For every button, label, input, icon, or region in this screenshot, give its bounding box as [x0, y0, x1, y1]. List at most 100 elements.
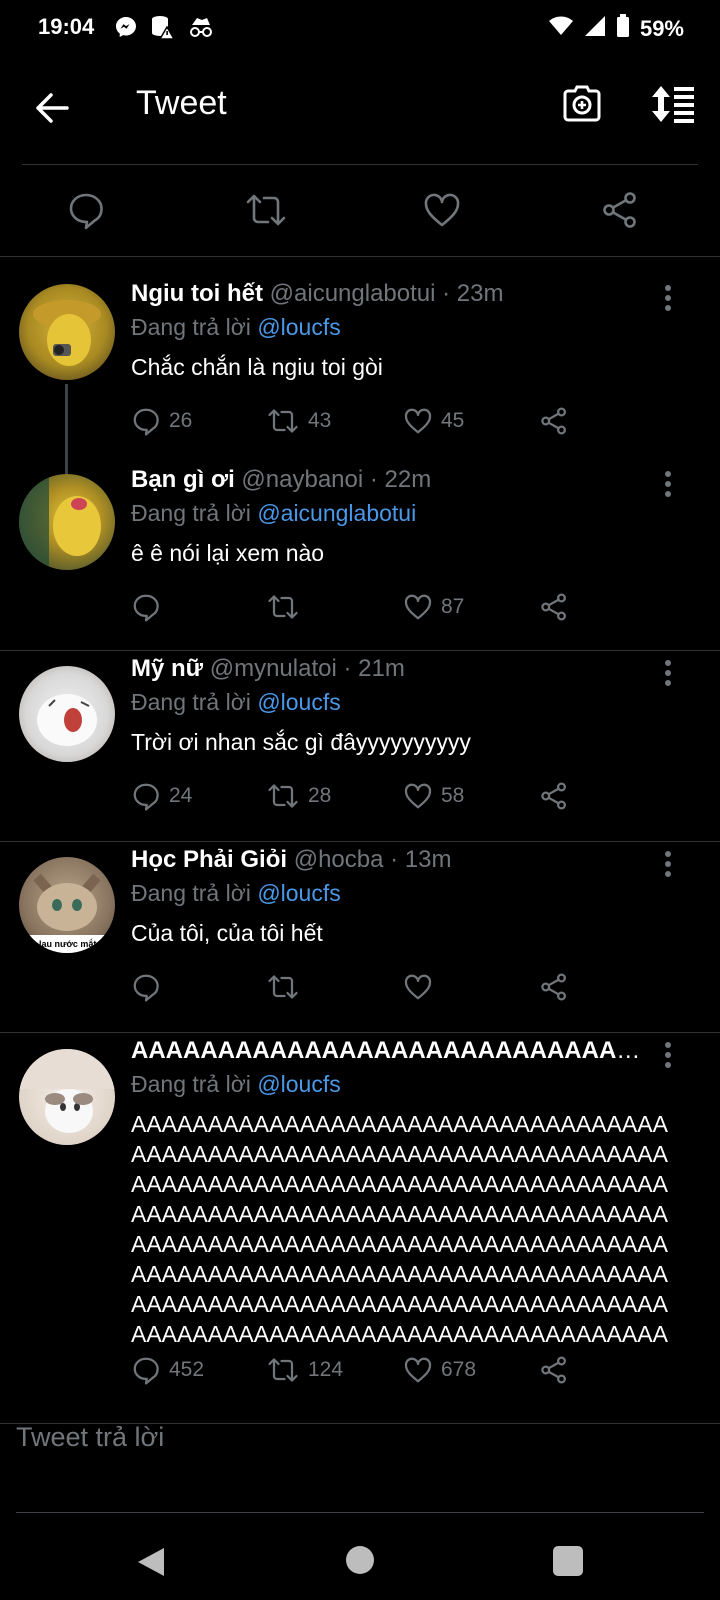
nav-recents-button[interactable]: [553, 1546, 583, 1576]
reply-context: Đang trả lời @aicunglabotui: [131, 500, 417, 526]
like-count: 87: [441, 595, 465, 618]
heart-icon: [404, 974, 432, 1000]
share-icon: [603, 192, 636, 228]
retweet-icon: [246, 194, 286, 226]
share-icon: [541, 782, 566, 810]
back-arrow-icon: [36, 93, 69, 123]
more-options-button[interactable]: [656, 1037, 680, 1073]
share-button[interactable]: [539, 1355, 569, 1385]
more-vertical-icon: [665, 660, 671, 686]
like-count: 45: [441, 409, 465, 432]
reply-button[interactable]: 24: [131, 781, 192, 811]
retweet-button[interactable]: [266, 592, 308, 622]
avatar[interactable]: [19, 284, 115, 380]
reply-count: 26: [169, 409, 193, 432]
screenshot-button[interactable]: [562, 84, 610, 132]
share-button[interactable]: [600, 190, 644, 234]
more-options-button[interactable]: [656, 655, 680, 691]
like-button[interactable]: 45: [403, 406, 464, 436]
reply-button[interactable]: [131, 592, 169, 622]
sort-icon: [652, 86, 694, 123]
retweet-button[interactable]: [244, 190, 288, 234]
reply-count: 24: [169, 784, 193, 807]
reply-icon: [69, 193, 103, 230]
retweet-icon: [268, 975, 298, 999]
more-options-button[interactable]: [656, 466, 680, 502]
nav-back-button[interactable]: [136, 1546, 166, 1583]
reply-icon: [133, 1357, 159, 1385]
avatar[interactable]: lau nước mắt: [19, 857, 115, 953]
author-name[interactable]: AAAAAAAAAAAAAAAAAAAAAAAAAAAAAAA...: [131, 1037, 641, 1064]
author-name[interactable]: Học Phải Giỏi: [131, 846, 287, 873]
mention-link[interactable]: @loucfs: [257, 880, 340, 906]
avatar[interactable]: [19, 474, 115, 570]
author-name[interactable]: Mỹ nữ: [131, 655, 203, 682]
like-button[interactable]: 58: [403, 781, 464, 811]
battery-icon: [616, 14, 630, 43]
sort-button[interactable]: [650, 84, 700, 132]
retweet-button[interactable]: 43: [266, 406, 331, 436]
like-button[interactable]: [403, 972, 441, 1002]
mention-link[interactable]: @loucfs: [257, 1071, 340, 1097]
main-tweet-actions: [0, 172, 720, 256]
like-button[interactable]: 678: [403, 1355, 476, 1385]
back-button[interactable]: [30, 86, 74, 130]
avatar[interactable]: [19, 1049, 115, 1145]
reply-tweet[interactable]: lau nước mắt Học Phải Giỏi @hocba · 13m …: [0, 842, 720, 1032]
reply-context: Đang trả lời @loucfs: [131, 1071, 341, 1097]
system-nav-bar: [0, 1520, 720, 1600]
retweet-button[interactable]: [266, 972, 308, 1002]
nav-home-button[interactable]: [346, 1546, 374, 1574]
author-handle: @mynulatoi · 21m: [209, 655, 405, 682]
share-icon: [541, 593, 566, 621]
mention-link[interactable]: @loucfs: [257, 689, 340, 715]
author-name[interactable]: Bạn gì ơi: [131, 466, 235, 493]
heart-icon: [404, 594, 432, 620]
share-button[interactable]: [539, 972, 569, 1002]
divider: [22, 164, 698, 165]
share-button[interactable]: [539, 592, 569, 622]
retweet-button[interactable]: 124: [266, 1355, 343, 1385]
tweet-text: ê ê nói lại xem nào: [131, 540, 325, 566]
retweet-button[interactable]: 28: [266, 781, 331, 811]
reply-button[interactable]: 452: [131, 1355, 204, 1385]
more-vertical-icon: [665, 1042, 671, 1068]
more-options-button[interactable]: [656, 846, 680, 882]
reply-input[interactable]: Tweet trả lời: [16, 1422, 164, 1453]
triangle-back-icon: [138, 1548, 164, 1576]
reply-button[interactable]: [66, 190, 110, 234]
reply-tweet[interactable]: Ngiu toi hết @aicunglabotui · 23m Đang t…: [0, 256, 720, 476]
heart-icon: [404, 408, 432, 434]
retweet-icon: [268, 409, 298, 433]
reply-context: Đang trả lời @loucfs: [131, 689, 341, 715]
retweet-icon: [268, 595, 298, 619]
author-handle: @naybanoi · 22m: [241, 466, 432, 493]
like-button[interactable]: 87: [403, 592, 464, 622]
reply-tweet[interactable]: Bạn gì ơi @naybanoi · 22m Đang trả lời @…: [0, 446, 720, 650]
avatar-caption: lau nước mắt: [39, 939, 97, 949]
signal-icon: [584, 15, 606, 42]
messenger-icon: [114, 15, 138, 44]
reply-tweet[interactable]: Mỹ nữ @mynulatoi · 21m Đang trả lời @lou…: [0, 651, 720, 841]
tweet-actions: 24 28 58: [131, 781, 581, 821]
share-button[interactable]: [539, 781, 569, 811]
more-vertical-icon: [665, 285, 671, 311]
mention-link[interactable]: @aicunglabotui: [257, 500, 416, 526]
share-icon: [541, 973, 566, 1001]
heart-icon: [424, 193, 460, 227]
retweet-count: 28: [308, 784, 332, 807]
tweet-actions: 452 124 678: [131, 1355, 581, 1395]
reply-tweet[interactable]: AAAAAAAAAAAAAAAAAAAAAAAAAAAAAAA... Đang …: [0, 1033, 720, 1423]
share-icon: [541, 1356, 566, 1384]
more-options-button[interactable]: [656, 280, 680, 316]
tweet-actions: 26 43 45: [131, 406, 581, 446]
status-time: 19:04: [38, 14, 95, 39]
author-name[interactable]: Ngiu toi hết: [131, 280, 263, 307]
like-button[interactable]: [422, 190, 466, 234]
share-button[interactable]: [539, 406, 569, 436]
mention-link[interactable]: @loucfs: [257, 314, 340, 340]
more-vertical-icon: [665, 851, 671, 877]
reply-button[interactable]: 26: [131, 406, 192, 436]
reply-button[interactable]: [131, 972, 169, 1002]
avatar[interactable]: [19, 666, 115, 762]
